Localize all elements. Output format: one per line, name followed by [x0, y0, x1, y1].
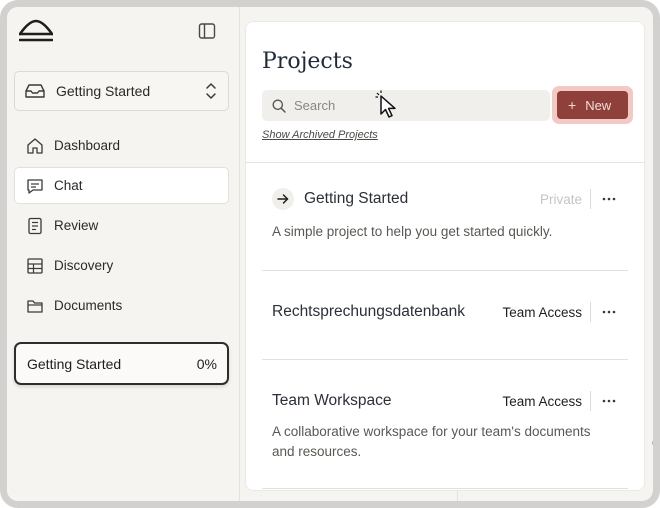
folder-icon [27, 299, 43, 313]
sidebar-item-label: Documents [54, 298, 123, 313]
project-card[interactable]: Getting Started Private A simple project… [262, 187, 628, 271]
chat-icon [27, 178, 43, 194]
project-card[interactable]: Team Workspace Team Access A collaborati… [262, 360, 628, 489]
project-name[interactable]: Team Workspace [272, 392, 502, 410]
workspace-selector[interactable]: Getting Started [14, 71, 229, 111]
more-horizontal-icon[interactable] [600, 392, 618, 410]
project-separator [590, 391, 591, 411]
background-divider [457, 491, 458, 501]
project-separator [590, 189, 591, 209]
search-box[interactable] [262, 90, 550, 121]
table-icon [27, 257, 43, 274]
sidebar-item-chat[interactable]: Chat [14, 167, 229, 204]
sidebar-item-label: Discovery [54, 258, 114, 273]
page-title: Projects [262, 49, 353, 74]
sidebar-nav: Dashboard Chat Review Discovery Document… [14, 127, 229, 327]
progress-label: Getting Started [27, 355, 122, 372]
header-divider [246, 162, 644, 163]
project-access: Team Access [502, 304, 582, 320]
sidebar-item-label: Chat [54, 178, 83, 193]
project-access: Private [539, 191, 582, 207]
sidebar-item-label: Review [54, 218, 99, 233]
plus-icon: + [568, 97, 577, 113]
sidebar: Getting Started Dashboard Chat Review Di… [7, 7, 240, 501]
search-input[interactable] [294, 98, 541, 113]
projects-panel: Projects + New Show Archived Projects [245, 21, 645, 491]
chevron-updown-icon [206, 83, 216, 99]
sidebar-item-label: Dashboard [54, 138, 121, 153]
app-window: Getting Started Dashboard Chat Review Di… [0, 0, 660, 508]
review-icon [28, 217, 42, 234]
sidebar-divider [239, 7, 240, 501]
getting-started-progress[interactable]: Getting Started 0% [14, 342, 229, 385]
sidebar-item-documents[interactable]: Documents [14, 287, 229, 324]
pointer-cursor-icon [375, 90, 396, 118]
search-icon [272, 99, 286, 113]
sidebar-item-dashboard[interactable]: Dashboard [14, 127, 229, 164]
project-row: Team Workspace Team Access [272, 389, 628, 413]
background-text-fragment: q [652, 437, 659, 449]
more-horizontal-icon[interactable] [600, 190, 618, 208]
project-description: A collaborative workspace for your team'… [272, 424, 591, 459]
project-row: Rechtsprechungsdatenbank Team Access [272, 300, 628, 324]
inbox-icon [25, 84, 45, 98]
project-row: Getting Started Private [272, 187, 628, 211]
progress-value: 0% [196, 355, 217, 372]
sidebar-item-review[interactable]: Review [14, 207, 229, 244]
project-card[interactable]: Rechtsprechungsdatenbank Team Access [262, 271, 628, 360]
project-separator [590, 302, 591, 322]
new-button-label: New [585, 97, 612, 113]
project-description: A simple project to help you get started… [272, 224, 553, 239]
more-horizontal-icon[interactable] [600, 303, 618, 321]
home-icon [27, 137, 43, 154]
new-project-button[interactable]: + New [557, 91, 628, 119]
workspace-label: Getting Started [56, 83, 151, 99]
show-archived-link[interactable]: Show Archived Projects [262, 129, 378, 141]
sidebar-item-discovery[interactable]: Discovery [14, 247, 229, 284]
sidebar-toggle-icon[interactable] [198, 22, 216, 40]
project-name[interactable]: Rechtsprechungsdatenbank [272, 303, 502, 321]
arrow-right-icon [272, 188, 294, 210]
project-access: Team Access [502, 393, 582, 409]
project-name[interactable]: Getting Started [304, 190, 540, 208]
logo-icon[interactable] [19, 19, 53, 43]
